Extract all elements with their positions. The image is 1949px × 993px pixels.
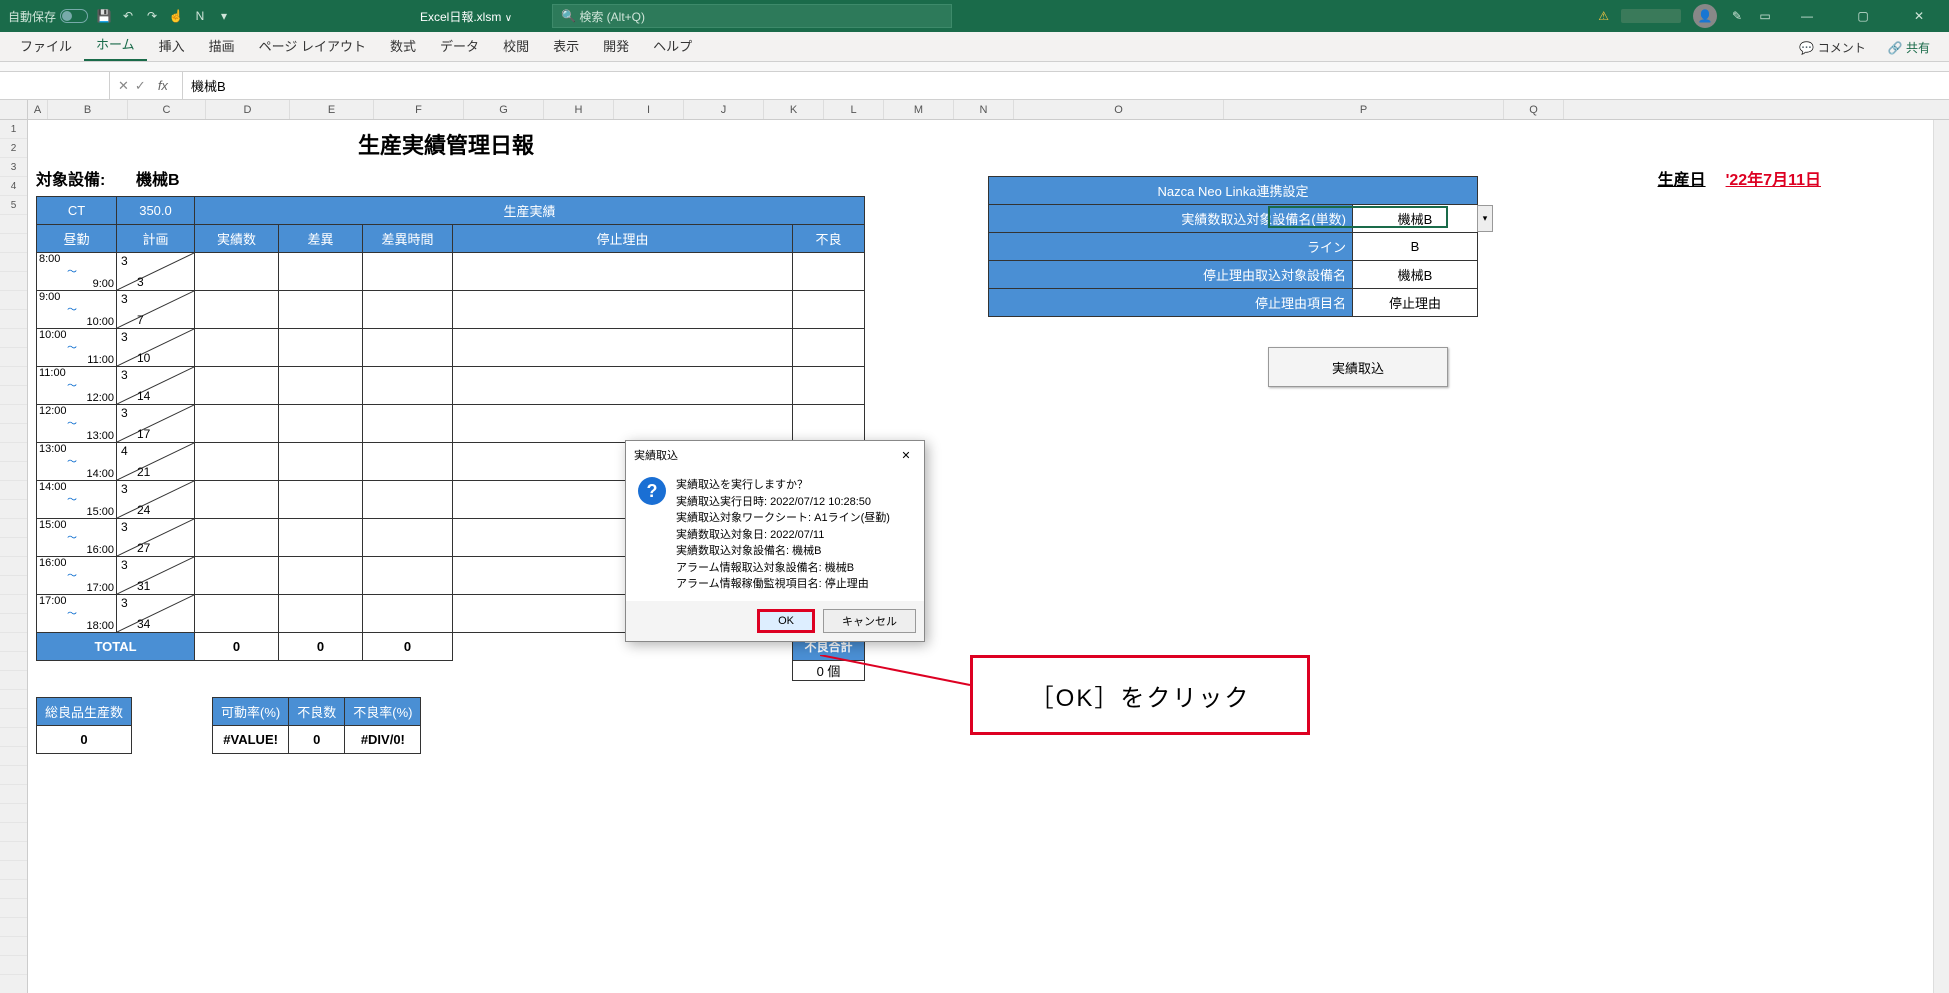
import-button[interactable]: 実績取込 [1268,347,1448,387]
name-box[interactable] [0,72,110,99]
result-header: 生産実績 [195,197,865,225]
more-icon[interactable]: ▾ [216,8,232,24]
row-headers[interactable]: 12345677172 [0,120,28,993]
toggle-icon [60,9,88,23]
total-actual: 0 [195,633,279,661]
undo-icon[interactable]: ↶ [120,8,136,24]
search-icon: 🔍 [561,9,576,23]
sheet-area[interactable]: 12345677172 生産実績管理日報 対象設備: 機械B 生産日 '22年7… [0,120,1949,993]
production-date-value: '22年7月11日 [1726,166,1821,190]
search-box[interactable]: 🔍 検索 (Alt+Q) [552,4,952,28]
tab-insert[interactable]: 挿入 [147,30,197,61]
ribbon-body [0,62,1949,72]
cancel-button[interactable]: キャンセル [823,609,916,633]
autosave-toggle[interactable]: 自動保存 [8,8,88,25]
total-diff: 0 [279,633,363,661]
rate-summary: 可動率(%) 不良数 不良率(%) #VALUE! 0 #DIV/0! [212,697,421,754]
minimize-button[interactable]: — [1785,0,1829,32]
tab-home[interactable]: ホーム [84,28,147,61]
vertical-scrollbar[interactable] [1933,120,1949,993]
tab-formulas[interactable]: 数式 [378,30,428,61]
share-button[interactable]: 🔗 共有 [1877,34,1941,61]
tab-data[interactable]: データ [428,30,491,61]
table-row: 9:00〜10:0037 [37,291,865,329]
touch-icon[interactable]: ☝ [168,8,184,24]
account-name[interactable] [1621,9,1681,23]
config-title: Nazca Neo Linka連携設定 [989,177,1478,205]
dialog-close-icon[interactable]: ✕ [896,449,916,462]
tab-draw[interactable]: 描画 [197,30,247,61]
good-summary: 総良品生産数 0 [36,697,132,754]
dropdown-icon[interactable]: ▾ [1477,205,1493,232]
tab-view[interactable]: 表示 [541,30,591,61]
cancel-formula-icon[interactable]: ✕ [118,78,129,94]
dialog-title: 実績取込 [634,447,896,463]
production-date-label: 生産日 [1658,166,1706,190]
title-bar: 自動保存 💾 ↶ ↷ ☝ N ▾ Excel日報.xlsm ∨ 🔍 検索 (Al… [0,0,1949,32]
callout-connector [820,655,980,685]
config-panel: Nazca Neo Linka連携設定 実績数取込対象設備名(単数)機械B▾ライ… [988,176,1478,387]
warning-icon[interactable]: ⚠ [1598,9,1609,23]
dialog-message: 実績取込を実行しますか？実績取込実行日時: 2022/07/12 10:28:5… [676,477,890,593]
n-icon[interactable]: N [192,8,208,24]
target-equipment-value: 機械B [136,166,276,190]
ribbon-tabs: ファイル ホーム 挿入 描画 ページ レイアウト 数式 データ 校閲 表示 開発… [0,32,1949,62]
total-label: TOTAL [37,633,195,661]
import-dialog: 実績取込 ✕ ? 実績取込を実行しますか？実績取込実行日時: 2022/07/1… [625,440,925,642]
save-icon[interactable]: 💾 [96,8,112,24]
instruction-callout: ［OK］をクリック [970,655,1310,735]
table-row: 10:00〜11:00310 [37,329,865,367]
report-title: 生産実績管理日報 [36,128,856,160]
ct-value: 350.0 [117,197,195,225]
close-button[interactable]: ✕ [1897,0,1941,32]
ct-label: CT [37,197,117,225]
table-row: 12:00〜13:00317 [37,405,865,443]
table-row: 11:00〜12:00314 [37,367,865,405]
comments-button[interactable]: 💬 コメント [1788,34,1876,61]
target-equipment-label: 対象設備: [36,166,136,190]
fx-icon[interactable]: fx [152,78,174,93]
filename[interactable]: Excel日報.xlsm ∨ [380,8,552,25]
total-diff-time: 0 [363,633,453,661]
ribbon-options-icon[interactable]: ▭ [1757,8,1773,24]
formula-bar: ✕ ✓ fx 機械B [0,72,1949,100]
tab-developer[interactable]: 開発 [591,30,641,61]
tab-page-layout[interactable]: ページ レイアウト [247,30,378,61]
enter-formula-icon[interactable]: ✓ [135,78,146,94]
table-row: 8:00〜9:0033 [37,253,865,291]
maximize-button[interactable]: ▢ [1841,0,1885,32]
redo-icon[interactable]: ↷ [144,8,160,24]
avatar[interactable]: 👤 [1693,4,1717,28]
question-icon: ? [638,477,666,505]
draw-icon[interactable]: ✎ [1729,8,1745,24]
column-headers[interactable]: A B C D E F G H I J K L M N O P Q [0,100,1949,120]
ok-button[interactable]: OK [757,609,815,633]
select-all-corner[interactable] [0,100,28,119]
tab-review[interactable]: 校閲 [491,30,541,61]
tab-file[interactable]: ファイル [8,30,84,61]
formula-input[interactable]: 機械B [183,72,1949,99]
tab-help[interactable]: ヘルプ [641,30,704,61]
autosave-label: 自動保存 [8,8,56,25]
